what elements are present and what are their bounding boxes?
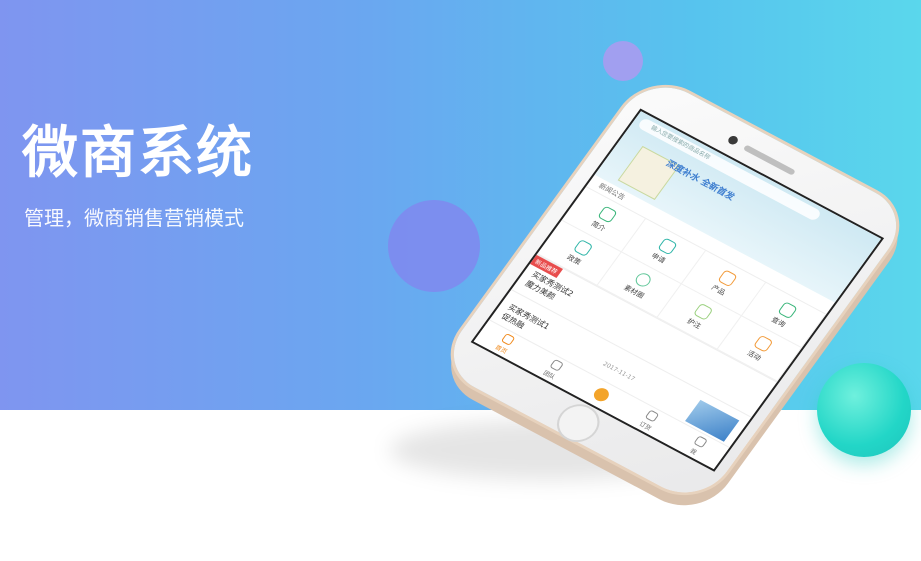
- product-image: [617, 145, 680, 200]
- center-icon: [591, 385, 612, 404]
- decor-bubble-teal: [817, 363, 911, 457]
- decor-bubble-small: [603, 41, 643, 81]
- home-icon: [596, 204, 618, 223]
- gift-icon: [752, 334, 774, 353]
- search-user-icon: [777, 300, 798, 319]
- heart-icon: [692, 302, 714, 321]
- user-icon: [657, 236, 678, 255]
- box-icon: [717, 268, 738, 287]
- page-subtitle: 管理，微商销售营销模式: [24, 206, 244, 230]
- article-date: 2017-11-17: [601, 360, 637, 383]
- decor-bubble-medium: [388, 200, 480, 292]
- page-title: 微商系统: [22, 121, 254, 186]
- flower-icon: [632, 270, 654, 289]
- document-icon: [572, 238, 594, 257]
